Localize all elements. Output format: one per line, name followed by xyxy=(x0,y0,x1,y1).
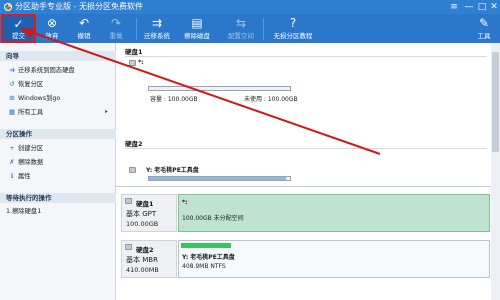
disk2-partition-block[interactable]: Y: 老毛桃PE工具盘 408.9MB NTFS xyxy=(178,240,490,278)
sidebar-item-label: Windows到go xyxy=(18,95,61,102)
disk2-map-size: 410.00MB xyxy=(126,266,159,274)
disk2-usage-fill xyxy=(149,177,286,180)
all-tools-icon: ▦ xyxy=(8,108,16,116)
ssd-migrate-icon: ⇉ xyxy=(9,66,15,74)
disk2-map-info[interactable]: 硬盘2 基本 MBR 410.00MB xyxy=(121,240,177,278)
discard-button[interactable]: ⊗ 放弃 xyxy=(38,14,66,43)
disk2-usage-fill xyxy=(181,243,231,248)
disk1-map-size: 100.00GB xyxy=(126,220,159,228)
wipe-disk-button[interactable]: ▤ 擦除磁盘 xyxy=(180,14,214,43)
sidebar-item-label: 擦除数据 xyxy=(18,159,44,166)
sidebar-item-label: 所有工具 xyxy=(18,109,44,116)
disk2-partition-map-label: Y: 老毛桃PE工具盘 xyxy=(182,254,235,261)
disk2-usage-bar[interactable] xyxy=(148,176,291,181)
window-title: 分区助手专业版 - 无损分区免费软件 xyxy=(15,2,143,11)
disk1-map-name: 硬盘1 xyxy=(136,200,154,208)
submit-label: 提交 xyxy=(12,32,25,40)
migrate-os-icon: ⇉ xyxy=(151,16,163,30)
redo-icon: ↷ xyxy=(110,16,122,30)
submit-button[interactable]: ✓ 提交 xyxy=(1,14,36,43)
undo-button[interactable]: ↶ 撤销 xyxy=(70,14,98,43)
sidebar-item-label: 迁移系统到固态硬盘 xyxy=(18,67,75,74)
app-logo-icon xyxy=(4,3,12,11)
hard-disk-icon xyxy=(125,244,132,250)
disk1-partition-label: *: xyxy=(138,59,144,66)
tools-icon: ✎ xyxy=(478,16,490,30)
pending-operation-label: 1.擦除硬盘1 xyxy=(6,208,42,215)
sidebar-item-label: 创建分区 xyxy=(18,145,44,152)
panel-splitter[interactable] xyxy=(116,186,492,187)
disk1-unused: 未使用 : 100.00GB xyxy=(244,96,298,103)
undo-label: 撤销 xyxy=(77,32,91,40)
migrate-os-label: 迁移系统 xyxy=(144,32,170,40)
recover-partition-icon: ↺ xyxy=(9,80,15,88)
disk2-map-type: 基本 MBR xyxy=(126,256,158,264)
section-wizard-title: 向导 xyxy=(0,51,116,61)
sidebar-item-wipe-data[interactable]: ✗ 擦除数据 xyxy=(8,157,114,167)
maximize-button[interactable]: □ xyxy=(476,1,488,13)
disk2-header: 硬盘2 xyxy=(125,140,143,148)
disk1-header: 硬盘1 xyxy=(125,48,143,56)
redo-label: 重做 xyxy=(109,32,123,40)
disk1-partition-detail: 100.00GB 未分配空间 xyxy=(182,215,244,222)
toolbar: ✓ 提交 ⊗ 放弃 ↶ 撤销 ↷ 重做 ⇉ 迁移系统 ▤ 擦除磁盘 ⇆ 配置空间… xyxy=(0,14,500,43)
sidebar-item-recover-partition[interactable]: ↺ 恢复分区 xyxy=(8,79,114,89)
sidebar-item-all-tools[interactable]: ▦ 所有工具 ▸ xyxy=(8,107,114,117)
disk2-partition-detail: 408.9MB NTFS xyxy=(182,263,226,270)
wipe-disk-icon: ▤ xyxy=(191,16,203,30)
partition-icon xyxy=(129,167,136,173)
tools-button[interactable]: ✎ 工具 xyxy=(472,14,496,43)
undo-icon: ↶ xyxy=(78,16,90,30)
minimize-button[interactable]: — xyxy=(463,1,475,13)
sidebar-item-label: 属性 xyxy=(18,173,31,180)
toolbar-divider xyxy=(263,18,264,40)
pending-operation-item[interactable]: 1.擦除硬盘1 xyxy=(6,207,112,217)
left-panel: 向导 ⇉ 迁移系统到固态硬盘 ↺ 恢复分区 ⊞ Windows到go ▦ 所有工具 ▸ … xyxy=(0,43,116,300)
disk2-partition-label: Y: 老毛桃PE工具盘 xyxy=(146,167,199,174)
chevron-right-icon: ▸ xyxy=(104,108,108,115)
properties-icon: ℹ xyxy=(10,172,14,180)
migrate-os-button[interactable]: ⇉ 迁移系统 xyxy=(140,14,174,43)
allocate-space-icon: ⇆ xyxy=(235,16,247,30)
close-button[interactable]: ✕ xyxy=(488,1,500,13)
discard-label: 放弃 xyxy=(45,32,59,40)
tutorial-button[interactable]: ? 无损分区教程 xyxy=(268,14,318,43)
disk1-partition-map-label: *: xyxy=(182,199,188,206)
sidebar-item-migrate-ssd[interactable]: ⇉ 迁移系统到固态硬盘 xyxy=(8,65,114,75)
wipe-disk-label: 擦除磁盘 xyxy=(184,32,210,40)
disk1-capacity: 容量 : 100.00GB xyxy=(150,96,198,103)
menu-icon[interactable]: ≡ xyxy=(448,1,460,13)
tutorial-icon: ? xyxy=(289,16,297,30)
title-bar: 分区助手专业版 - 无损分区免费软件 ≡ — □ ✕ xyxy=(0,0,500,14)
tools-label: 工具 xyxy=(477,32,491,40)
disk1-usage-bar[interactable] xyxy=(148,86,291,91)
sidebar-item-windows-to-go[interactable]: ⊞ Windows到go xyxy=(8,93,114,103)
disk1-map-info[interactable]: 硬盘1 基本 GPT 100.00GB xyxy=(121,194,177,232)
wipe-data-icon: ✗ xyxy=(9,158,15,166)
toolbar-divider xyxy=(136,18,137,40)
tutorial-label: 无损分区教程 xyxy=(273,32,313,40)
scrollbar-thumb[interactable] xyxy=(492,52,499,152)
disk1-map-type: 基本 GPT xyxy=(126,210,157,218)
disk2-map-name: 硬盘2 xyxy=(136,246,154,254)
sidebar-item-create-partition[interactable]: + 创建分区 xyxy=(8,143,114,153)
redo-button[interactable]: ↷ 重做 xyxy=(102,14,130,43)
cancel-icon: ⊗ xyxy=(46,16,58,30)
sidebar-item-label: 恢复分区 xyxy=(18,81,44,88)
allocate-space-label: 配置空间 xyxy=(228,32,254,40)
divider xyxy=(125,56,487,57)
windows-to-go-icon: ⊞ xyxy=(9,94,15,102)
disk1-partition-block[interactable]: *: 100.00GB 未分配空间 xyxy=(178,194,490,232)
sidebar-item-properties[interactable]: ℹ 属性 xyxy=(8,171,114,181)
allocate-space-button[interactable]: ⇆ 配置空间 xyxy=(224,14,258,43)
section-partition-ops-title: 分区操作 xyxy=(0,129,116,139)
check-icon: ✓ xyxy=(13,17,24,31)
create-partition-icon: + xyxy=(9,144,15,152)
section-pending-ops-title: 等待执行的操作 xyxy=(0,193,116,203)
divider xyxy=(125,148,487,149)
hard-disk-icon xyxy=(125,198,132,204)
partition-icon xyxy=(129,60,136,66)
